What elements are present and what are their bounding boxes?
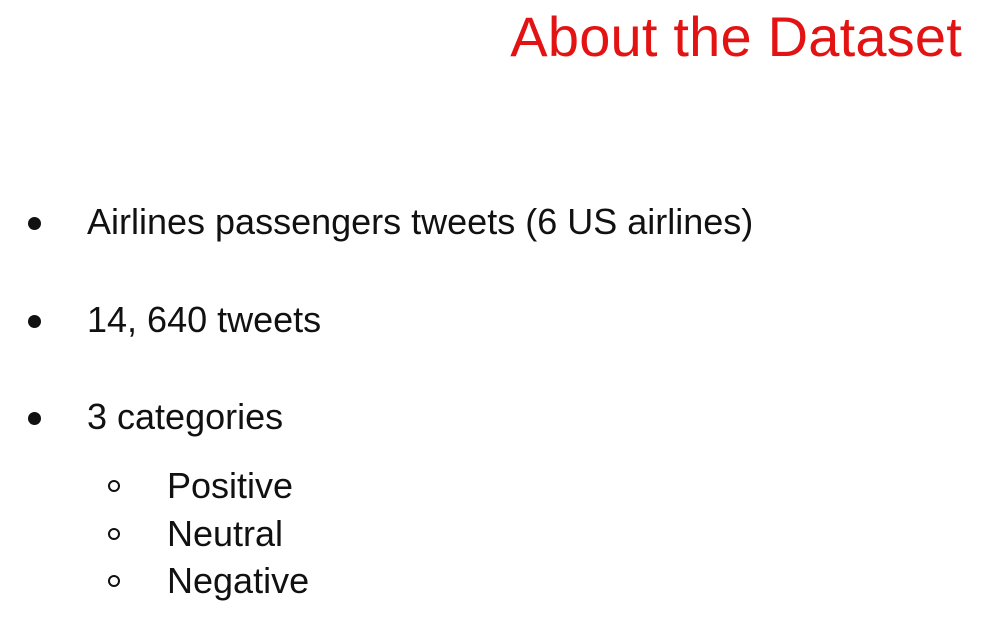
bullet-dot-icon bbox=[28, 315, 41, 328]
slide: About the Dataset Airlines passengers tw… bbox=[0, 0, 982, 628]
sub-bullet-item-neutral: Neutral bbox=[0, 510, 982, 560]
sub-bullet-text: Negative bbox=[167, 560, 310, 601]
bullet-item-airlines: Airlines passengers tweets (6 US airline… bbox=[0, 198, 982, 248]
bullet-text: Airlines passengers tweets (6 US airline… bbox=[87, 201, 754, 242]
hollow-circle-icon bbox=[108, 528, 120, 540]
hollow-circle-icon bbox=[108, 575, 120, 587]
bullet-item-tweet-count: 14, 640 tweets bbox=[0, 296, 982, 346]
sub-bullet-item-negative: Negative bbox=[0, 557, 982, 607]
sub-bullet-text: Positive bbox=[167, 465, 294, 506]
bullet-text: 14, 640 tweets bbox=[87, 299, 322, 340]
sub-bullet-text: Neutral bbox=[167, 513, 284, 554]
bullet-dot-icon bbox=[28, 217, 41, 230]
slide-title: About the Dataset bbox=[510, 5, 962, 68]
bullet-dot-icon bbox=[28, 412, 41, 425]
sub-bullet-item-positive: Positive bbox=[0, 462, 982, 512]
hollow-circle-icon bbox=[108, 480, 120, 492]
bullet-item-categories: 3 categories bbox=[0, 393, 982, 443]
bullet-text: 3 categories bbox=[87, 396, 284, 437]
